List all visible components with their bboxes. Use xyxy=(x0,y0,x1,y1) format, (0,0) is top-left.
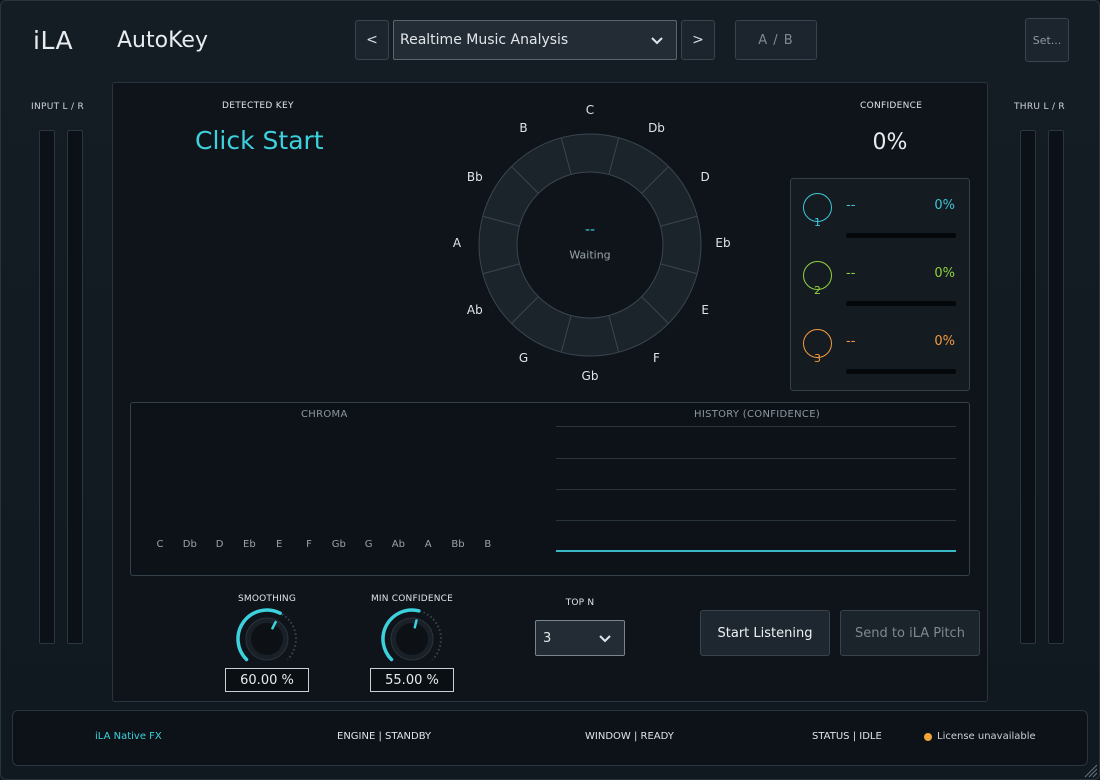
wheel-center xyxy=(518,173,662,317)
candidate-confidence-bar xyxy=(846,233,956,238)
candidate-key: -- xyxy=(846,198,856,213)
candidate-key: -- xyxy=(846,266,856,281)
chroma-title: CHROMA xyxy=(301,409,348,420)
chroma-bin-label: G xyxy=(364,539,373,550)
candidate-confidence: 0% xyxy=(934,198,955,213)
confidence-value: 0% xyxy=(872,130,908,155)
chroma-bin-label: Bb xyxy=(451,539,465,550)
knob-indicator xyxy=(413,619,418,629)
thru-meter-right xyxy=(1048,130,1064,644)
general-status: STATUS | IDLE xyxy=(812,731,882,742)
app-title: AutoKey xyxy=(117,28,208,53)
chroma-bin-label: Eb xyxy=(243,539,256,550)
resize-grip-icon[interactable] xyxy=(1082,762,1098,778)
wheel-note-label: B xyxy=(519,120,528,135)
wheel-note-label: Db xyxy=(648,120,665,135)
chroma-bin-label: Gb xyxy=(331,539,346,550)
preset-dropdown[interactable]: Realtime Music Analysis xyxy=(393,20,677,60)
wheel-note-label: E xyxy=(701,302,709,317)
window-status: WINDOW | READY xyxy=(585,731,674,742)
smoothing-value-field[interactable]: 60.00 % xyxy=(225,668,309,692)
chroma-bin-label: B xyxy=(484,539,492,550)
candidate-rank-number: 3 xyxy=(814,352,821,365)
engine-status: ENGINE | STANDBY xyxy=(337,731,432,742)
input-meter-left xyxy=(39,130,55,644)
top-n-value: 3 xyxy=(543,630,552,646)
wheel-note-label: C xyxy=(585,103,595,117)
key-wheel xyxy=(478,133,702,357)
wheel-note-label: G xyxy=(518,351,529,366)
min-confidence-value-field[interactable]: 55.00 % xyxy=(370,668,454,692)
history-gridline xyxy=(556,458,956,459)
send-to-pitch-button[interactable]: Send to iLA Pitch xyxy=(840,610,980,656)
footer-brand: iLA Native FX xyxy=(95,731,162,742)
wheel-note-label: Gb xyxy=(581,369,599,383)
knob-cap xyxy=(396,623,428,655)
knob-cap xyxy=(251,623,283,655)
candidate-rank-number: 1 xyxy=(814,216,821,229)
chroma-bin-label: A xyxy=(424,539,432,550)
history-gridline xyxy=(556,520,956,521)
chevron-down-icon xyxy=(651,37,663,45)
settings-button[interactable]: Set... xyxy=(1025,18,1069,62)
chevron-down-icon xyxy=(599,635,611,643)
history-line xyxy=(556,550,956,552)
thru-meter-label: THRU L / R xyxy=(1014,102,1065,112)
min-confidence-knob[interactable] xyxy=(379,606,445,672)
start-listening-button[interactable]: Start Listening xyxy=(700,610,830,656)
brand-logo: iLA xyxy=(33,26,74,55)
wheel-note-label: D xyxy=(700,169,710,184)
wheel-note-label: Bb xyxy=(466,169,483,184)
chroma-bin-label: Db xyxy=(182,539,197,550)
candidate-rank-number: 2 xyxy=(814,284,821,297)
chroma-bin-label: Ab xyxy=(391,539,405,550)
wheel-note-label: Ab xyxy=(466,302,483,317)
ab-compare-button[interactable]: A / B xyxy=(735,20,817,60)
top-n-label: TOP N xyxy=(565,598,595,608)
smoothing-knob[interactable] xyxy=(234,606,300,672)
detected-key-value: Click Start xyxy=(195,126,324,155)
wheel-note-label: A xyxy=(452,236,462,250)
preset-name: Realtime Music Analysis xyxy=(400,32,569,48)
wheel-center-status: Waiting xyxy=(569,248,611,262)
candidate-confidence-bar xyxy=(846,301,956,306)
candidate-confidence: 0% xyxy=(934,266,955,281)
chroma-bin-label: D xyxy=(215,539,224,550)
license-status-dot xyxy=(924,733,932,741)
preset-next-button[interactable]: > xyxy=(681,20,715,60)
preset-prev-button[interactable]: < xyxy=(355,20,389,60)
chroma-bin-label: E xyxy=(276,539,283,550)
candidate-confidence: 0% xyxy=(934,334,955,349)
input-meter-label: INPUT L / R xyxy=(31,102,85,112)
chroma-bin-label: C xyxy=(156,539,164,550)
detected-key-label: DETECTED KEY xyxy=(222,101,294,111)
input-meter-right xyxy=(67,130,83,644)
candidate-confidence-bar xyxy=(846,369,956,374)
wheel-note-label: Eb xyxy=(715,236,731,250)
history-title: HISTORY (CONFIDENCE) xyxy=(694,409,821,420)
wheel-note-label: F xyxy=(653,351,660,366)
confidence-label: CONFIDENCE xyxy=(860,101,923,111)
history-gridline xyxy=(556,489,956,490)
smoothing-label: SMOOTHING xyxy=(237,594,297,604)
history-gridline xyxy=(556,426,956,427)
chroma-bin-label: F xyxy=(306,539,312,550)
min-confidence-label: MIN CONFIDENCE xyxy=(370,594,454,604)
wheel-center-key: -- xyxy=(584,222,596,238)
thru-meter-left xyxy=(1020,130,1036,644)
candidate-key: -- xyxy=(846,334,856,349)
top-n-dropdown[interactable]: 3 xyxy=(535,620,625,656)
license-status: License unavailable xyxy=(937,731,1036,742)
